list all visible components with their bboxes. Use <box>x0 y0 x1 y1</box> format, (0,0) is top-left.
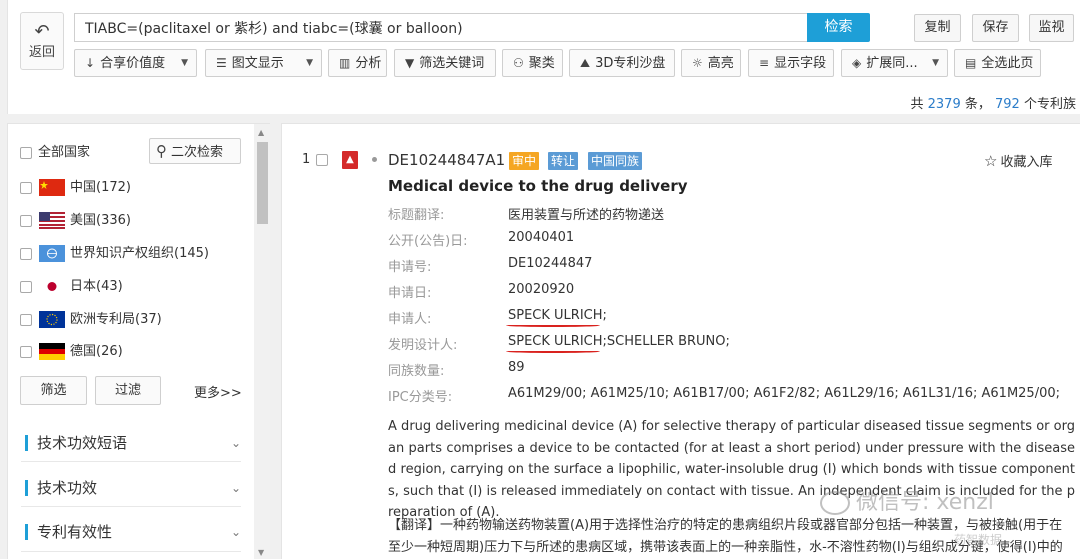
japan-flag-icon <box>39 278 65 295</box>
result-panel: 1 ▲ DE10244847A1 审中 转让 中国同族 ☆ 收藏入库 Medica… <box>281 123 1080 559</box>
checkbox[interactable] <box>20 346 32 358</box>
field-value-app-date: 20020920 <box>508 282 575 297</box>
filter-keyword-button[interactable]: ▼ 筛选关键词 <box>394 49 496 77</box>
section-patent-validity[interactable]: 专利有效性 ⌄ <box>21 521 241 543</box>
list-icon: ☰ <box>216 56 227 70</box>
field-label: IPC分类号: <box>388 390 453 405</box>
wechat-logo-icon <box>820 491 850 515</box>
divider <box>21 506 241 507</box>
bar-chart-icon: ▥ <box>339 56 351 70</box>
display-fields-button[interactable]: ≡ 显示字段 <box>748 49 834 77</box>
search-input[interactable] <box>74 13 807 42</box>
field-label: 发明设计人: <box>388 338 458 353</box>
chevron-down-icon: ⌄ <box>230 481 241 495</box>
germany-flag-icon <box>39 343 65 360</box>
field-label: 申请号: <box>388 260 432 275</box>
caret-down-icon: ▼ <box>181 58 188 68</box>
image-text-display-dropdown[interactable]: ☰ 图文显示 ▼ <box>205 49 322 77</box>
result-count: 共 2379 条， 792 个专利族 <box>910 97 1076 112</box>
lines-icon: ≡ <box>759 56 770 70</box>
field-label: 标题翻译: <box>388 208 445 223</box>
back-button[interactable]: ↶ 返回 <box>20 12 64 70</box>
status-badge-cn-family: 中国同族 <box>588 152 643 170</box>
wechat-watermark: 微信号: xenzl <box>820 484 994 516</box>
search-icon: ⚲ <box>156 142 167 160</box>
more-link[interactable]: 更多>> <box>194 382 242 401</box>
patent-title[interactable]: Medical device to the drug delivery <box>388 177 688 195</box>
analysis-button[interactable]: ▥ 分析 <box>328 49 387 77</box>
field-label: 同族数量: <box>388 364 445 379</box>
exclude-button[interactable]: 过滤 <box>95 376 161 405</box>
tag-icon: ◈ <box>852 56 862 70</box>
sort-dropdown[interactable]: ↓ 合享价值度 ▼ <box>74 49 197 77</box>
scroll-up-arrow-icon[interactable]: ▲ <box>258 128 264 137</box>
field-label: 公开(公告)日: <box>388 234 468 249</box>
copy-button[interactable]: 复制 <box>914 14 961 42</box>
field-label: 申请日: <box>388 286 432 301</box>
checkbox[interactable] <box>20 182 32 194</box>
section-tech-effect[interactable]: 技术功效 ⌄ <box>21 477 241 499</box>
checkbox[interactable] <box>20 147 32 159</box>
field-label: 申请人: <box>388 312 432 327</box>
publication-number[interactable]: DE10244847A1 <box>388 151 505 169</box>
filter-scrollbar[interactable]: ▲ ▼ <box>254 124 270 559</box>
scroll-down-arrow-icon[interactable]: ▼ <box>258 548 264 557</box>
result-checkbox[interactable] <box>316 154 328 166</box>
divider <box>21 461 241 462</box>
divider <box>21 551 241 552</box>
search-header: ↶ 返回 检索 复制 保存 监视 ↓合享价值度 ▼ ☰图文显示 ▼ ▥分析 ▼筛… <box>7 0 1080 114</box>
sun-icon: ☼ <box>692 56 703 70</box>
total-count: 2379 <box>927 97 961 112</box>
star-icon: ☆ <box>984 152 998 170</box>
3d-sandbox-button[interactable]: ⛰ 3D专利沙盘 <box>569 49 675 77</box>
result-index: 1 <box>302 152 311 167</box>
china-flag-icon <box>39 179 65 196</box>
search-button[interactable]: 检索 <box>807 13 870 42</box>
field-value-applicant[interactable]: SPECK ULRICH; <box>508 308 607 323</box>
status-badge-transfer: 转让 <box>548 152 579 170</box>
checkbox[interactable] <box>20 281 32 293</box>
cluster-tree-icon: ⚇ <box>513 56 524 70</box>
field-value-family-count[interactable]: 89 <box>508 360 525 375</box>
chevron-down-icon: ⌄ <box>230 436 241 450</box>
chevron-down-icon: ⌄ <box>230 525 241 539</box>
family-count: 792 <box>995 97 1020 112</box>
red-handwritten-underline <box>506 324 600 327</box>
mountain-icon: ⛰ <box>580 56 591 70</box>
usa-flag-icon <box>39 212 65 229</box>
highlight-button[interactable]: ☼ 高亮 <box>681 49 741 77</box>
checkbox-page-icon: ▤ <box>965 56 977 70</box>
checkbox[interactable] <box>20 314 32 326</box>
select-all-page-button[interactable]: ▤ 全选此页 <box>954 49 1041 77</box>
caret-down-icon: ▼ <box>306 58 313 68</box>
caret-down-icon: ▼ <box>932 58 939 68</box>
collect-button[interactable]: ☆ 收藏入库 <box>984 151 1052 170</box>
section-tech-effect-phrase[interactable]: 技术功效短语 ⌄ <box>21 432 241 454</box>
filter-button[interactable]: 筛选 <box>20 376 87 405</box>
status-badge-pending: 审中 <box>509 152 540 170</box>
pdf-icon[interactable]: ▲ <box>342 151 358 169</box>
field-value-app-number: DE10244847 <box>508 256 593 271</box>
second-search-button[interactable]: ⚲ 二次检索 <box>149 138 241 164</box>
funnel-icon: ▼ <box>405 56 415 70</box>
cluster-button[interactable]: ⚇ 聚类 <box>502 49 563 77</box>
scrollbar-thumb[interactable] <box>257 142 268 224</box>
undo-arrow-icon: ↶ <box>34 21 50 42</box>
sort-down-arrow-icon: ↓ <box>85 56 96 70</box>
eu-flag-icon <box>39 311 65 328</box>
monitor-button[interactable]: 监视 <box>1029 14 1074 42</box>
red-handwritten-underline <box>506 350 600 353</box>
field-value-inventor[interactable]: SPECK ULRICH;SCHELLER BRUNO; <box>508 334 730 349</box>
checkbox[interactable] <box>20 248 32 260</box>
checkbox[interactable] <box>20 215 32 227</box>
field-value-pub-date: 20040401 <box>508 230 575 245</box>
field-value-ipc: A61M29/00; A61M25/10; A61B17/00; A61F2/8… <box>508 386 1061 401</box>
bullet-dot <box>372 157 377 162</box>
extend-family-dropdown[interactable]: ◈ 扩展同... ▼ <box>841 49 948 77</box>
save-button[interactable]: 保存 <box>972 14 1019 42</box>
wipo-flag-icon <box>39 245 65 262</box>
field-value-title-translation: 医用装置与所述的药物递送 <box>508 208 665 223</box>
filter-panel: 全部国家 ⚲ 二次检索 中国(172) 美国(336) 世界知识产权组织(145)… <box>7 123 270 559</box>
watermark-subtext: 药智数据 <box>954 533 1003 547</box>
